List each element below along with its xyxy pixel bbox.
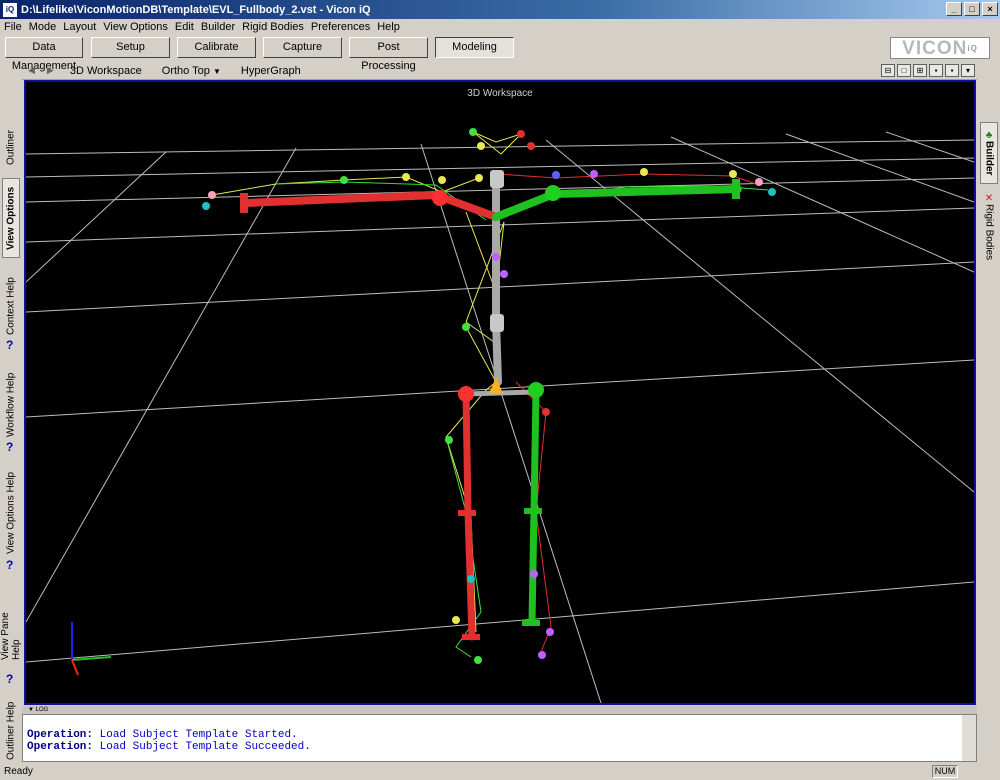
log-panel: Operation: Load Subject Template Started… (22, 714, 977, 762)
tab-rigid-bodies-label: Rigid Bodies (983, 204, 995, 261)
ortho-top-label: Ortho Top (161, 64, 210, 77)
logo-text: VICON (902, 38, 968, 59)
vicon-logo: VICONiQ (890, 37, 990, 59)
tab-hypergraph[interactable]: HyperGraph (241, 65, 301, 77)
maximize-button[interactable]: □ (964, 2, 980, 16)
mode-capture-button[interactable]: Capture (263, 37, 342, 58)
status-bar: Ready NUM (0, 764, 1000, 780)
status-text: Ready (4, 766, 33, 777)
menu-preferences[interactable]: Preferences (311, 21, 370, 33)
menu-rigid-bodies[interactable]: Rigid Bodies (242, 21, 304, 33)
tab-rigid-bodies[interactable]: ✕ Rigid Bodies (980, 188, 998, 266)
rigid-bodies-icon: ✕ (983, 193, 995, 205)
markers (202, 128, 776, 664)
tab-view-options-help[interactable]: View Options Help (2, 470, 20, 555)
tab-workflow-help[interactable]: Workflow Help (2, 370, 20, 440)
log-message: Load Subject Template Succeeded. (99, 741, 311, 753)
split-horizontal-icon[interactable]: ⊟ (881, 64, 895, 77)
tab-view-pane-help[interactable]: View Pane Help (0, 590, 22, 660)
logo-sub: iQ (967, 44, 978, 53)
log-label: Operation: (27, 729, 94, 741)
right-leg (528, 388, 540, 626)
menu-layout[interactable]: Layout (63, 21, 96, 33)
log-header[interactable]: ▼ LOG (22, 706, 977, 714)
title-bar: iQ D:\Lifelike\ViconMotionDB\Template\EV… (0, 0, 1000, 19)
joints (240, 170, 740, 640)
mode-modeling-button[interactable]: Modeling (435, 37, 514, 58)
workflow-help-icon[interactable]: ? (6, 440, 13, 454)
mode-calibrate-button[interactable]: Calibrate (177, 37, 256, 58)
log-title: LOG (35, 707, 49, 713)
mode-data-management-button[interactable]: Data Management (5, 37, 83, 72)
save-as-layout-icon[interactable]: ▪ (945, 64, 959, 77)
mode-setup-button[interactable]: Setup (91, 37, 170, 58)
menu-help[interactable]: Help (377, 21, 400, 33)
tab-context-help[interactable]: Context Help (2, 275, 20, 337)
layout-menu-chevron-icon[interactable]: ▾ (961, 64, 975, 77)
view-pane-help-icon[interactable]: ? (6, 672, 13, 686)
close-button[interactable]: × (982, 2, 998, 16)
axis-gizmo (71, 622, 112, 676)
menu-bar: File Mode Layout View Options Edit Build… (0, 19, 1000, 34)
log-message: Load Subject Template Started. (99, 729, 298, 741)
view-options-help-icon[interactable]: ? (6, 558, 13, 572)
chevron-down-icon[interactable]: ▼ (213, 67, 221, 76)
single-pane-icon[interactable]: □ (897, 64, 911, 77)
menu-file[interactable]: File (4, 21, 22, 33)
tab-view-options[interactable]: View Options (2, 178, 20, 258)
window-controls: _ □ × (946, 2, 998, 16)
split-vertical-icon[interactable]: ⊞ (913, 64, 927, 77)
context-help-icon[interactable]: ? (6, 338, 13, 352)
app-icon: iQ (3, 2, 17, 17)
tab-3d-workspace[interactable]: 3D Workspace (70, 65, 142, 77)
log-label: Operation: (27, 741, 94, 753)
num-lock-indicator: NUM (932, 765, 958, 778)
menu-builder[interactable]: Builder (201, 21, 235, 33)
mode-bar: Data Management Setup Calibrate Capture … (0, 35, 1000, 72)
builder-icon: ♣ (983, 130, 995, 142)
spine (492, 174, 502, 386)
3d-viewport[interactable]: 3D Workspace (24, 80, 976, 705)
right-arm (492, 185, 742, 221)
mode-post-processing-button[interactable]: Post Processing (349, 37, 428, 72)
view-toolbar: ◀ ▶ 3D Workspace Ortho Top ▼ HyperGraph … (22, 62, 977, 80)
window-title: D:\Lifelike\ViconMotionDB\Template\EVL_F… (21, 3, 371, 16)
tab-builder[interactable]: ♣ Builder (980, 122, 998, 184)
log-line: Operation: Load Subject Template Started… (27, 729, 976, 741)
tab-builder-label: Builder (983, 141, 995, 176)
menu-mode[interactable]: Mode (29, 21, 57, 33)
skeleton-scene (26, 128, 974, 703)
left-tab-rail: Outliner View Options Context Help ? Wor… (0, 60, 22, 765)
tab-outliner-help[interactable]: Outliner Help (2, 700, 20, 762)
tab-outliner[interactable]: Outliner (2, 122, 20, 172)
forward-arrow-icon[interactable]: ▶ (47, 65, 54, 76)
back-arrow-icon[interactable]: ◀ (28, 65, 35, 76)
right-tab-rail: ♣ Builder ✕ Rigid Bodies (977, 80, 1000, 710)
tab-ortho-top[interactable]: Ortho Top ▼ (162, 65, 221, 77)
left-arm (242, 191, 500, 221)
layout-buttons: ⊟ □ ⊞ ▪ ▪ ▾ (881, 64, 975, 77)
minimize-button[interactable]: _ (946, 2, 962, 16)
log-scrollbar[interactable] (962, 715, 976, 761)
save-layout-icon[interactable]: ▪ (929, 64, 943, 77)
menu-view-options[interactable]: View Options (103, 21, 168, 33)
log-line: Operation: Load Subject Template Succeed… (27, 741, 976, 753)
menu-edit[interactable]: Edit (175, 21, 194, 33)
